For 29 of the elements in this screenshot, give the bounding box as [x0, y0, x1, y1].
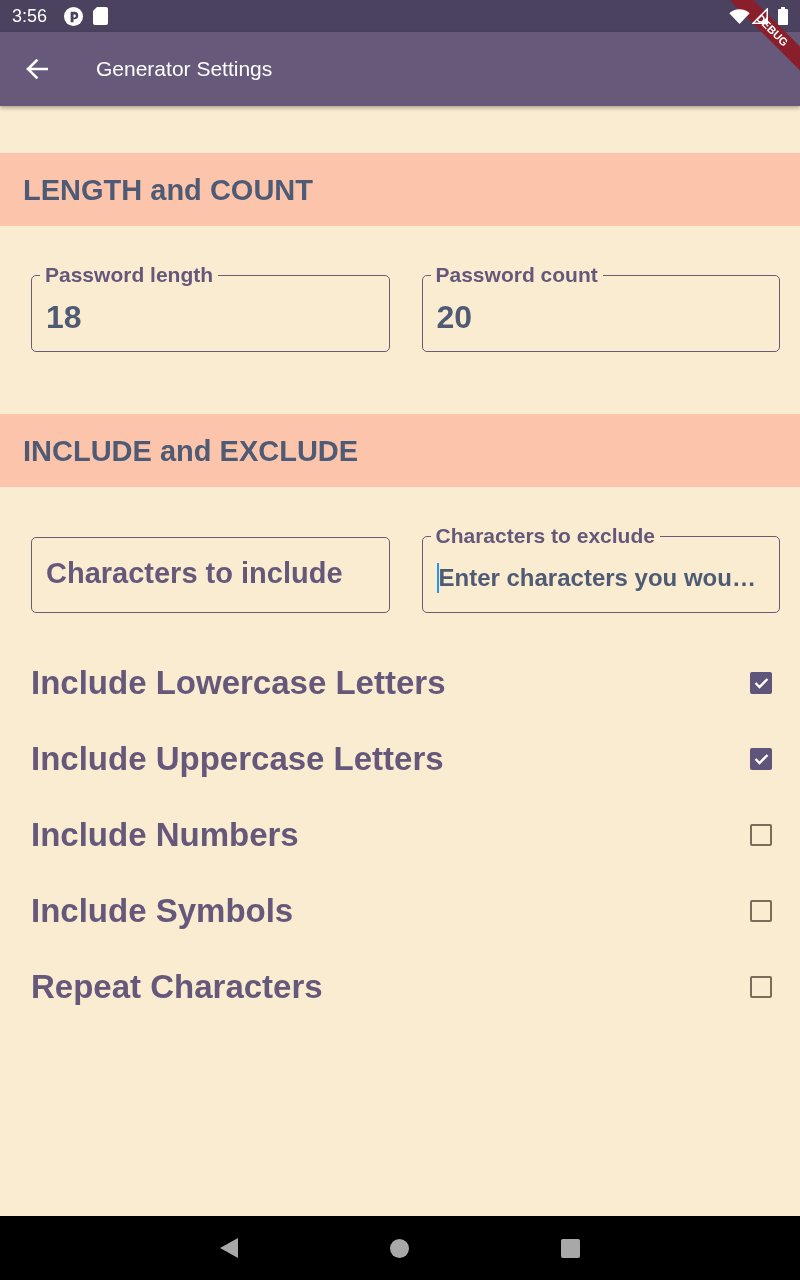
- option-label: Include Lowercase Letters: [31, 663, 447, 703]
- text-input[interactable]: Enter characters you wou…: [438, 563, 765, 593]
- field-label: Password length: [44, 263, 215, 287]
- option-label: Include Uppercase Letters: [31, 739, 445, 779]
- checkbox[interactable]: [750, 748, 772, 770]
- checkbox[interactable]: [750, 976, 772, 998]
- section-title: LENGTH and COUNT: [23, 172, 313, 207]
- home-icon[interactable]: [390, 1238, 409, 1258]
- checkmark-icon: [753, 753, 769, 765]
- wifi-icon: [729, 8, 750, 24]
- checkbox[interactable]: [750, 824, 772, 846]
- checkbox[interactable]: [750, 900, 772, 922]
- back-arrow-icon: [26, 59, 48, 79]
- field-label: Password count: [434, 263, 599, 287]
- section-title: INCLUDE and EXCLUDE: [23, 433, 359, 468]
- option-label: Include Numbers: [31, 815, 300, 855]
- status-time: 3:56: [12, 5, 48, 27]
- option-label: Repeat Characters: [31, 967, 324, 1007]
- circle-icon: [64, 6, 84, 26]
- field-label: Characters to include: [46, 555, 343, 591]
- field-label: Characters to exclude: [434, 524, 656, 548]
- back-icon[interactable]: [220, 1238, 238, 1258]
- sd-card-icon: [93, 7, 109, 25]
- screen-title: Generator Settings: [96, 56, 273, 82]
- recents-icon[interactable]: [561, 1238, 580, 1258]
- text-field[interactable]: Characters to include: [31, 537, 390, 613]
- checkmark-icon: [753, 677, 769, 689]
- checkbox[interactable]: [750, 672, 772, 694]
- option-label: Include Symbols: [31, 891, 295, 931]
